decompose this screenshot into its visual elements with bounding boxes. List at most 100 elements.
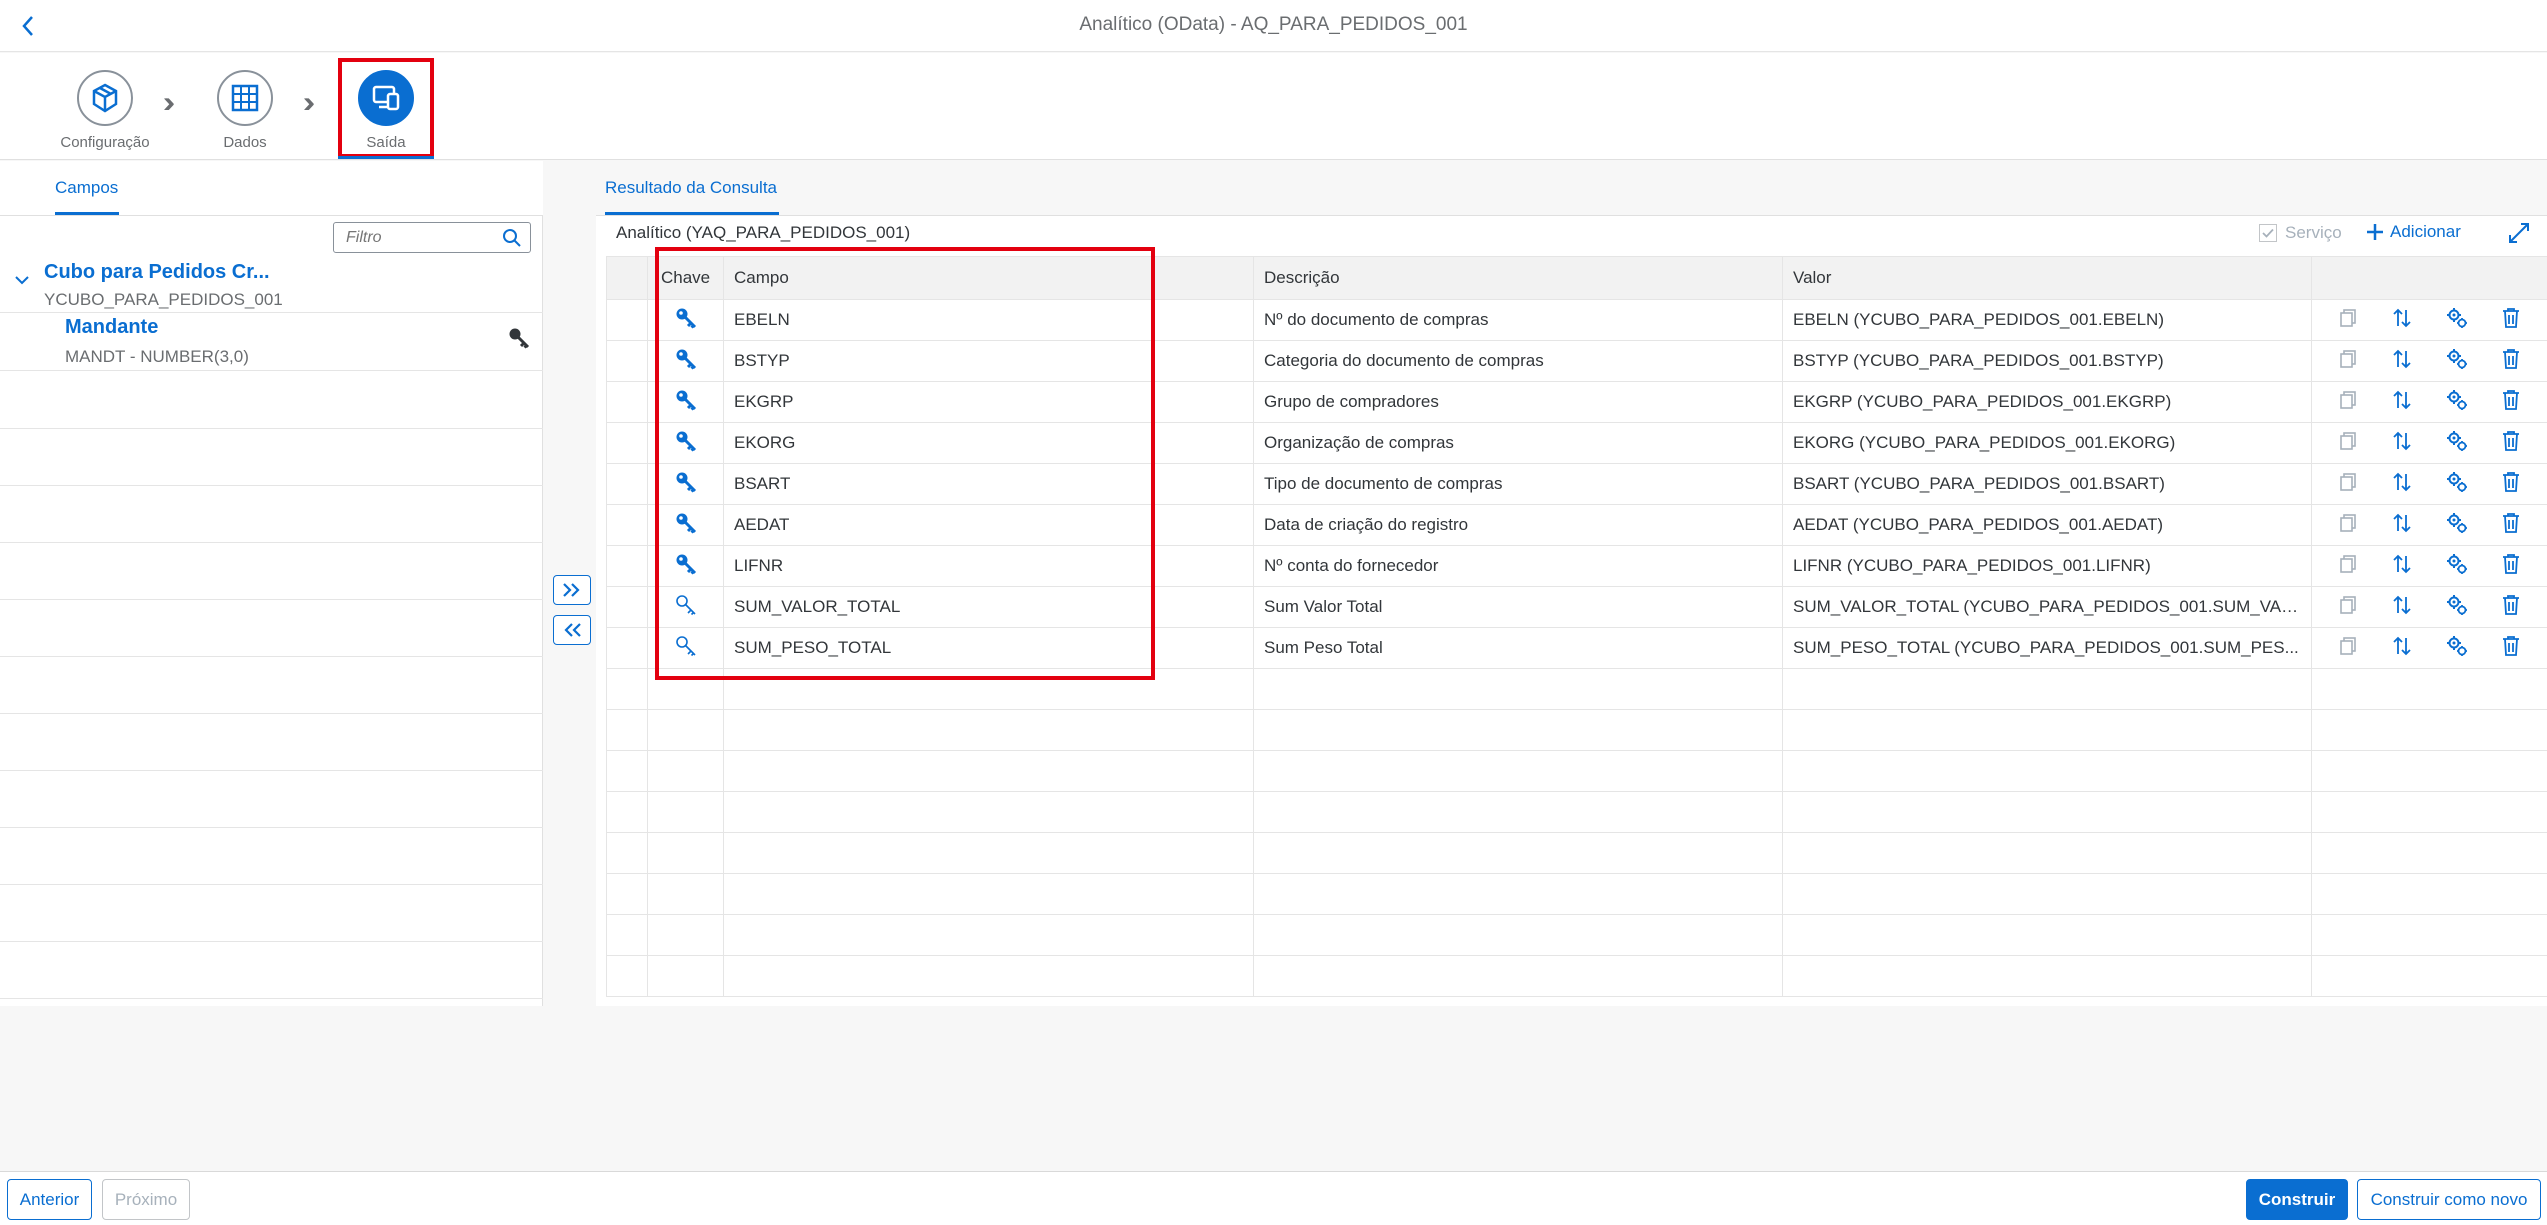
delete-icon[interactable]: [2501, 553, 2521, 580]
settings-icon[interactable]: [2446, 471, 2468, 498]
empty-cell: [1253, 668, 1783, 710]
anterior-button[interactable]: Anterior: [7, 1179, 92, 1220]
empty-cell: [647, 832, 724, 874]
settings-icon[interactable]: [2446, 553, 2468, 580]
settings-icon[interactable]: [2446, 512, 2468, 539]
checkbox-icon[interactable]: [2259, 224, 2277, 242]
adicionar-button[interactable]: Adicionar: [2366, 222, 2461, 242]
empty-cell: [723, 791, 1254, 833]
copy-icon[interactable]: [2338, 390, 2358, 415]
copy-icon[interactable]: [2338, 636, 2358, 661]
empty-cell: [1782, 750, 2312, 792]
tab-indicator: [605, 212, 779, 215]
empty-cell: [1253, 955, 1783, 997]
list-item: [0, 429, 543, 486]
tree-node-cubo[interactable]: Cubo para Pedidos Cr... YCUBO_PARA_PEDID…: [0, 257, 543, 313]
delete-icon[interactable]: [2501, 594, 2521, 621]
fullscreen-icon[interactable]: [2508, 222, 2530, 249]
copy-icon[interactable]: [2338, 554, 2358, 579]
sort-icon[interactable]: [2391, 389, 2413, 416]
row-selector[interactable]: [606, 627, 648, 669]
filter-input[interactable]: [346, 223, 496, 252]
descricao-cell: Nº conta do fornecedor: [1253, 545, 1783, 587]
descricao-cell: Sum Peso Total: [1253, 627, 1783, 669]
table-grid-icon: [217, 70, 273, 126]
row-selector[interactable]: [606, 504, 648, 546]
settings-icon[interactable]: [2446, 635, 2468, 662]
copy-icon[interactable]: [2338, 472, 2358, 497]
tab-resultado-consulta[interactable]: Resultado da Consulta: [605, 178, 777, 198]
list-item: [0, 486, 543, 543]
list-item: [0, 771, 543, 828]
empty-cell: [606, 955, 648, 997]
chevron-down-icon[interactable]: [14, 273, 30, 291]
copy-icon[interactable]: [2338, 349, 2358, 374]
row-selector[interactable]: [606, 422, 648, 464]
empty-cell: [1253, 709, 1783, 751]
sort-icon[interactable]: [2391, 348, 2413, 375]
empty-cell: [723, 750, 1254, 792]
row-selector[interactable]: [606, 299, 648, 341]
valor-cell: BSTYP (YCUBO_PARA_PEDIDOS_001.BSTYP): [1782, 340, 2312, 382]
delete-icon[interactable]: [2501, 512, 2521, 539]
list-item: [0, 942, 543, 999]
construir-button[interactable]: Construir: [2246, 1179, 2348, 1220]
construir-como-novo-button[interactable]: Construir como novo: [2357, 1179, 2541, 1220]
empty-cell: [606, 709, 648, 751]
settings-icon[interactable]: [2446, 389, 2468, 416]
copy-icon[interactable]: [2338, 308, 2358, 333]
descricao-cell: Grupo de compradores: [1253, 381, 1783, 423]
descricao-cell: Organização de compras: [1253, 422, 1783, 464]
row-selector[interactable]: [606, 586, 648, 628]
settings-icon[interactable]: [2446, 307, 2468, 334]
empty-cell: [723, 873, 1254, 915]
table-row-empty: [606, 873, 2547, 915]
empty-cell: [1782, 709, 2312, 751]
row-selector[interactable]: [606, 545, 648, 587]
copy-icon[interactable]: [2338, 595, 2358, 620]
result-title: Analítico (YAQ_PARA_PEDIDOS_001): [616, 223, 911, 242]
sort-icon[interactable]: [2391, 553, 2413, 580]
sort-icon[interactable]: [2391, 307, 2413, 334]
proximo-button[interactable]: Próximo: [102, 1179, 190, 1220]
tab-campos[interactable]: Campos: [55, 178, 118, 198]
sort-icon[interactable]: [2391, 594, 2413, 621]
delete-icon[interactable]: [2501, 307, 2521, 334]
list-item: [0, 714, 543, 771]
empty-cell: [1782, 668, 2312, 710]
settings-icon[interactable]: [2446, 348, 2468, 375]
delete-icon[interactable]: [2501, 348, 2521, 375]
tree-item-mandante[interactable]: Mandante MANDT - NUMBER(3,0): [0, 314, 543, 371]
sort-icon[interactable]: [2391, 635, 2413, 662]
row-selector[interactable]: [606, 340, 648, 382]
move-left-button[interactable]: [553, 615, 591, 645]
filter-field[interactable]: [333, 222, 531, 253]
search-icon[interactable]: [502, 228, 522, 253]
copy-icon[interactable]: [2338, 513, 2358, 538]
servico-checkbox[interactable]: Serviço: [2259, 223, 2342, 243]
delete-icon[interactable]: [2501, 430, 2521, 457]
delete-icon[interactable]: [2501, 635, 2521, 662]
copy-icon[interactable]: [2338, 431, 2358, 456]
empty-cell: [723, 832, 1254, 874]
actions-cell: [2311, 504, 2547, 546]
empty-cell: [2311, 750, 2547, 792]
sort-icon[interactable]: [2391, 430, 2413, 457]
settings-icon[interactable]: [2446, 594, 2468, 621]
descricao-cell: Categoria do documento de compras: [1253, 340, 1783, 382]
step-configuracao[interactable]: Configuração: [35, 70, 175, 151]
valor-cell: BSART (YCUBO_PARA_PEDIDOS_001.BSART): [1782, 463, 2312, 505]
sort-icon[interactable]: [2391, 471, 2413, 498]
row-selector[interactable]: [606, 463, 648, 505]
sort-icon[interactable]: [2391, 512, 2413, 539]
delete-icon[interactable]: [2501, 471, 2521, 498]
empty-cell: [1253, 750, 1783, 792]
descricao-cell: Nº do documento de compras: [1253, 299, 1783, 341]
settings-icon[interactable]: [2446, 430, 2468, 457]
step-dados[interactable]: Dados: [175, 70, 315, 151]
row-selector[interactable]: [606, 381, 648, 423]
tree-item-subtitle: MANDT - NUMBER(3,0): [65, 347, 249, 366]
empty-cell: [723, 914, 1254, 956]
move-right-button[interactable]: [553, 575, 591, 605]
delete-icon[interactable]: [2501, 389, 2521, 416]
